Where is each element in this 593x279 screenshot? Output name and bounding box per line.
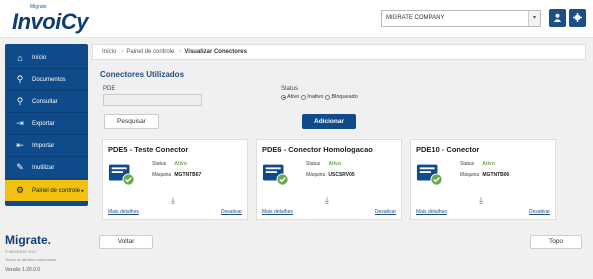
footer-logo: Migrate.	[5, 233, 52, 247]
sidebar-nav: ⌂ Início ⚲ Documentos ⚲ Consultar ⇥ Expo…	[5, 44, 88, 206]
card-title: PDE10 - Conector	[416, 145, 480, 154]
search-icon: ⚲	[16, 74, 24, 84]
connector-card: PDE5 - Teste Conector Status Ativo Máqui…	[102, 139, 248, 220]
radio-label: Ativo	[287, 94, 300, 100]
sidebar-item-inutilizar[interactable]: ✎ Inutilizar	[5, 157, 88, 179]
void-icon: ✎	[16, 162, 24, 172]
breadcrumb-item-current: Visualizar Conectores	[184, 49, 247, 55]
card-title: PDE5 - Teste Conector	[108, 145, 189, 154]
chevron-down-icon[interactable]: ▾	[528, 11, 540, 26]
more-details-link[interactable]: Mais detalhes	[262, 209, 293, 215]
card-title: PDE6 - Conector Homologacao	[262, 145, 373, 154]
settings-button[interactable]	[569, 9, 586, 27]
radio-label: Inativo	[307, 94, 324, 100]
user-button[interactable]	[549, 9, 566, 27]
footer-copyright: © MIGRATE 2017	[5, 249, 37, 254]
status-key: Status	[306, 161, 321, 167]
status-radio-group: Ativo Inativo Bloqueado	[281, 94, 358, 100]
company-select-value: MIGRATE COMPANY	[386, 15, 445, 21]
home-icon: ⌂	[17, 52, 23, 63]
pde-input[interactable]	[103, 94, 202, 106]
app-header: Migrate InvoiCy MIGRATE COMPANY ▾	[0, 0, 593, 38]
status-key: Status	[460, 161, 475, 167]
breadcrumb: Início Painel de controle Visualizar Con…	[92, 44, 586, 60]
footer-brand: Migrate. © MIGRATE 2017 Todos os direito…	[5, 233, 56, 273]
breadcrumb-item-inicio[interactable]: Início	[97, 49, 124, 55]
sidebar-item-importar[interactable]: ⇤ Importar	[5, 135, 88, 157]
connector-card: PDE6 - Conector Homologacao Status Ativo…	[256, 139, 402, 220]
sidebar-item-inicio[interactable]: ⌂ Início	[5, 47, 88, 69]
sidebar-item-label: Exportar	[32, 120, 55, 127]
sidebar-item-painel-de-controle[interactable]: ⚙ Painel de controle ▸	[5, 180, 88, 202]
breadcrumb-item-painel[interactable]: Painel de controle	[121, 49, 181, 55]
status-value: Ativo	[328, 161, 341, 167]
machine-key: Máquina	[306, 172, 326, 178]
caret-right-icon: ▸	[81, 187, 84, 194]
more-details-link[interactable]: Mais detalhes	[416, 209, 447, 215]
connector-card: PDE10 - Conector Status Ativo Máquina MG…	[410, 139, 556, 220]
card-status-row: Status Ativo	[460, 161, 495, 167]
machine-key: Máquina	[460, 172, 480, 178]
top-button[interactable]: Topo	[530, 235, 582, 249]
sidebar-item-label: Importar	[32, 142, 55, 149]
status-value: Ativo	[482, 161, 495, 167]
footer-rights: Todos os direitos reservados	[5, 257, 56, 262]
status-radio-inativo[interactable]	[301, 94, 307, 100]
search-icon: ⚲	[16, 96, 24, 106]
company-select[interactable]: MIGRATE COMPANY ▾	[381, 10, 541, 27]
page-title: Conectores Utilizados	[100, 70, 185, 79]
status-value: Ativo	[174, 161, 187, 167]
sidebar-item-consultar[interactable]: ⚲ Consultar	[5, 91, 88, 113]
sidebar-item-label: Consultar	[32, 98, 58, 105]
card-machine-row: Máquina MGTNTB06	[460, 172, 509, 178]
pde-label: PDE	[103, 86, 116, 92]
card-status-row: Status Ativo	[306, 161, 341, 167]
user-icon	[553, 13, 562, 22]
sidebar-item-label: Início	[32, 54, 47, 61]
disable-link[interactable]: Desativar	[221, 209, 242, 215]
connector-icon	[416, 164, 443, 186]
machine-value: USCSRV05	[328, 172, 355, 178]
disable-link[interactable]: Desativar	[375, 209, 396, 215]
machine-value: MGTNTB67	[174, 172, 202, 178]
card-status-row: Status Ativo	[152, 161, 187, 167]
card-machine-row: Máquina MGTNTB67	[152, 172, 201, 178]
search-button[interactable]: Pesquisar	[104, 114, 159, 129]
logo-main-text: InvoiCy	[12, 9, 88, 34]
app-logo[interactable]: Migrate InvoiCy	[12, 4, 88, 34]
download-icon[interactable]: ⤓	[479, 195, 483, 206]
card-machine-row: Máquina USCSRV05	[306, 172, 355, 178]
machine-key: Máquina	[152, 172, 172, 178]
add-button[interactable]: Adicionar	[302, 114, 356, 129]
gear-icon: ⚙	[15, 185, 25, 195]
export-icon: ⇥	[16, 118, 24, 128]
connector-icon	[262, 164, 289, 186]
machine-value: MGTNTB06	[482, 172, 510, 178]
sidebar-item-label: Inutilizar	[32, 164, 55, 171]
sidebar-item-documentos[interactable]: ⚲ Documentos	[5, 69, 88, 91]
status-radio-ativo[interactable]	[281, 94, 286, 100]
import-icon: ⇤	[16, 140, 24, 150]
sidebar-item-exportar[interactable]: ⇥ Exportar	[5, 113, 88, 135]
sidebar-item-label: Documentos	[32, 76, 66, 83]
download-icon[interactable]: ⤓	[171, 195, 175, 206]
more-details-link[interactable]: Mais detalhes	[108, 209, 139, 215]
disable-link[interactable]: Desativar	[529, 209, 550, 215]
footer-version: Versão 1.20.0.0	[5, 267, 41, 273]
download-icon[interactable]: ⤓	[325, 195, 329, 206]
sidebar-item-label: Painel de controle	[32, 187, 81, 194]
radio-label: Bloqueado	[331, 94, 358, 100]
status-radio-bloqueado[interactable]	[325, 94, 331, 100]
status-label: Status	[281, 86, 299, 92]
gear-icon	[573, 13, 582, 22]
connector-icon	[108, 164, 135, 186]
status-key: Status	[152, 161, 167, 167]
back-button[interactable]: Voltar	[99, 235, 153, 249]
